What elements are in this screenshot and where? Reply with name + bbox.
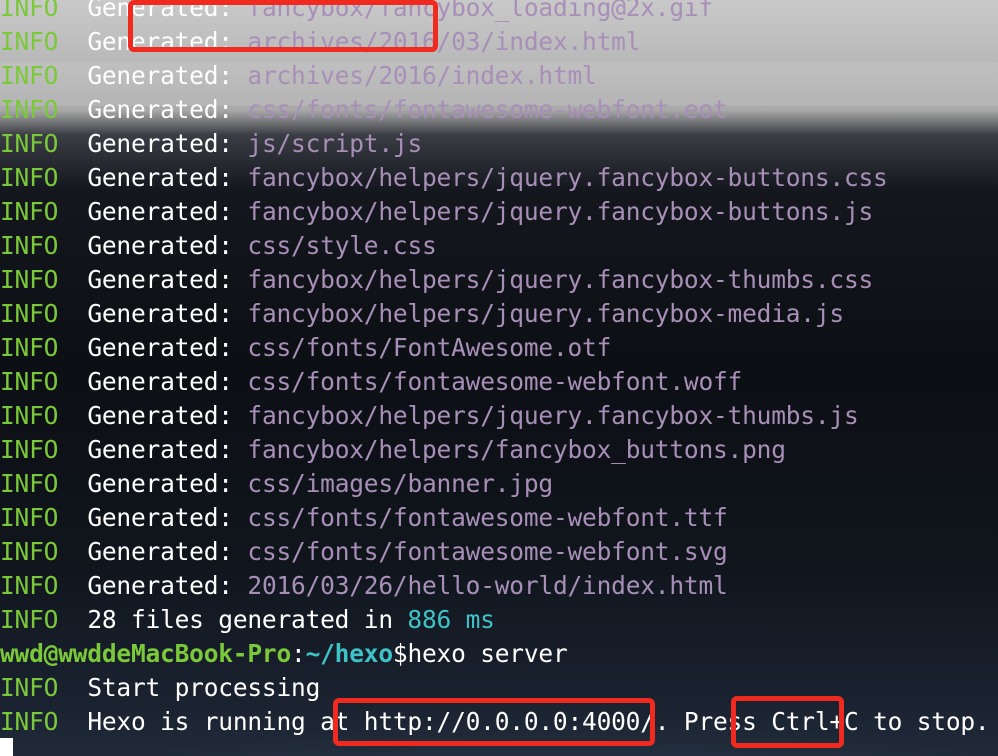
start-text: Start processing [87, 673, 321, 702]
prompt-user-host: wwd@wwddeMacBook-Pro [0, 639, 292, 668]
log-line: INFO Generated: fancybox/helpers/fancybo… [0, 433, 998, 467]
generated-path: css/style.css [247, 231, 437, 260]
prompt-directory: ~/hexo [305, 639, 394, 668]
shell-prompt-line: wwd@wwddeMacBook-Pro:~/hexo$hexo server [0, 637, 998, 671]
log-line: INFO Generated: fancybox/helpers/jquery.… [0, 161, 998, 195]
log-label: Generated: [87, 367, 233, 396]
terminal-cursor [0, 738, 13, 756]
generated-path: css/fonts/FontAwesome.otf [247, 333, 612, 362]
log-line: INFO Generated: css/style.css [0, 229, 998, 263]
log-label: Generated: [87, 537, 233, 566]
prompt-command: hexo server [407, 639, 568, 668]
log-line: INFO Generated: js/script.js [0, 127, 998, 161]
highlight-box-ctrl-c [731, 696, 844, 748]
log-level: INFO [0, 537, 59, 566]
log-line: INFO Generated: fancybox/helpers/jquery.… [0, 195, 998, 229]
generated-lines: INFO Generated: fancybox/fancybox_loadin… [0, 0, 998, 603]
generated-path: css/fonts/fontawesome-webfont.eot [247, 95, 728, 124]
log-level: INFO [0, 61, 59, 90]
log-level: INFO [0, 163, 59, 192]
prompt-separator: : [291, 639, 306, 668]
log-level: INFO [0, 673, 59, 702]
log-level: INFO [0, 299, 59, 328]
log-level: INFO [0, 129, 59, 158]
summary-text: 28 files generated in [87, 605, 408, 634]
log-label: Generated: [87, 469, 233, 498]
log-level: INFO [0, 503, 59, 532]
log-level: INFO [0, 27, 59, 56]
log-level: INFO [0, 435, 59, 464]
generated-path: fancybox/helpers/jquery.fancybox-buttons… [247, 197, 874, 226]
generated-path: css/images/banner.jpg [247, 469, 553, 498]
log-level: INFO [0, 197, 59, 226]
highlight-box-top [128, 0, 438, 52]
log-label: Generated: [87, 571, 233, 600]
summary-time: 886 ms [407, 605, 495, 634]
log-label: Generated: [87, 333, 233, 362]
log-line: INFO Generated: css/fonts/fontawesome-we… [0, 501, 998, 535]
generated-path: js/script.js [247, 129, 422, 158]
log-label: Generated: [87, 61, 233, 90]
generated-path: css/fonts/fontawesome-webfont.svg [247, 537, 728, 566]
log-line: INFO Generated: 2016/03/26/hello-world/i… [0, 569, 998, 603]
log-line: INFO Generated: css/images/banner.jpg [0, 467, 998, 501]
log-level: INFO [0, 571, 59, 600]
log-label: Generated: [87, 231, 233, 260]
log-level: INFO [0, 333, 59, 362]
log-level: INFO [0, 0, 59, 22]
generated-path: 2016/03/26/hello-world/index.html [247, 571, 728, 600]
log-line: INFO Generated: css/fonts/fontawesome-we… [0, 93, 998, 127]
generated-path: css/fonts/fontawesome-webfont.woff [247, 367, 743, 396]
log-line: INFO Generated: css/fonts/FontAwesome.ot… [0, 331, 998, 365]
log-label: Generated: [87, 435, 233, 464]
prompt-symbol: $ [392, 639, 408, 668]
log-line: INFO Generated: fancybox/helpers/jquery.… [0, 263, 998, 297]
log-label: Generated: [87, 299, 233, 328]
log-label: Generated: [87, 129, 233, 158]
log-line: INFO Generated: fancybox/helpers/jquery.… [0, 297, 998, 331]
log-label: Generated: [87, 95, 233, 124]
generated-path: fancybox/helpers/jquery.fancybox-buttons… [247, 163, 888, 192]
log-label: Generated: [87, 503, 233, 532]
log-line: INFO Generated: archives/2016/index.html [0, 59, 998, 93]
log-line: INFO Generated: css/fonts/fontawesome-we… [0, 365, 998, 399]
generated-path: fancybox/helpers/jquery.fancybox-thumbs.… [247, 265, 874, 294]
log-line: INFO Generated: css/fonts/fontawesome-we… [0, 535, 998, 569]
running-text: Hexo is running at [87, 707, 364, 736]
highlight-box-url [333, 698, 655, 746]
log-label: Generated: [87, 163, 233, 192]
log-label: Generated: [87, 265, 233, 294]
generated-path: css/fonts/fontawesome-webfont.ttf [247, 503, 728, 532]
log-level: INFO [0, 265, 59, 294]
log-level: INFO [0, 707, 59, 736]
log-line: INFO Generated: fancybox/helpers/jquery.… [0, 399, 998, 433]
generated-path: fancybox/helpers/fancybox_buttons.png [247, 435, 786, 464]
generated-path: archives/2016/index.html [247, 61, 597, 90]
running-after: to stop. [858, 707, 990, 736]
summary-line: INFO 28 files generated in 886 ms [0, 603, 998, 637]
generated-path: fancybox/helpers/jquery.fancybox-thumbs.… [247, 401, 859, 430]
log-label: Generated: [87, 401, 233, 430]
generated-path: fancybox/helpers/jquery.fancybox-media.j… [247, 299, 844, 328]
log-level: INFO [0, 95, 59, 124]
log-level: INFO [0, 231, 59, 260]
log-level: INFO [0, 605, 59, 634]
log-level: INFO [0, 367, 59, 396]
log-level: INFO [0, 401, 59, 430]
log-label: Generated: [87, 197, 233, 226]
log-level: INFO [0, 469, 59, 498]
terminal-output[interactable]: INFO Generated: fancybox/fancybox_loadin… [0, 0, 998, 739]
